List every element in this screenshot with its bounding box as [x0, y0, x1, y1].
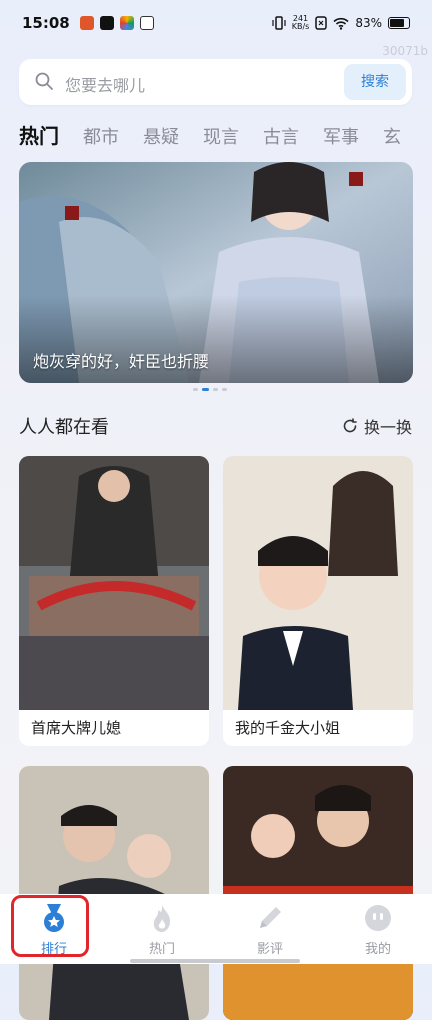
nav-mine[interactable]: 我的	[324, 894, 432, 964]
tab-modern-romance[interactable]: 现言	[203, 123, 239, 149]
refresh-label: 换一换	[363, 418, 412, 437]
refresh-button[interactable]: 换一换	[342, 414, 412, 438]
category-tabs: 热门 都市 悬疑 现言 古言 军事玄	[19, 120, 432, 150]
home-indicator	[130, 959, 300, 963]
nav-hot[interactable]: 热门	[108, 894, 216, 964]
status-bar: 15:08 241 KB/s 83%	[0, 0, 432, 50]
search-bar[interactable]: 您要去哪儿 搜索	[19, 59, 412, 105]
net-speed: 241 KB/s	[291, 14, 310, 31]
card-poster	[19, 766, 209, 1020]
status-app-icons	[80, 16, 154, 30]
flame-icon	[153, 905, 171, 932]
tab-ancient-romance[interactable]: 古言	[263, 123, 299, 149]
nav-label: 影评	[256, 942, 283, 957]
notification-app-icon	[80, 16, 94, 30]
status-right: 241 KB/s 83%	[272, 15, 410, 31]
drama-card[interactable]	[223, 766, 413, 1020]
search-icon	[35, 72, 53, 90]
section-title: 人人都在看	[19, 417, 109, 438]
drama-card[interactable]: 我的千金大小姐	[223, 456, 413, 746]
sim-icon	[315, 16, 328, 30]
banner-dot	[193, 388, 198, 391]
search-button[interactable]: 搜索	[344, 64, 406, 100]
card-title: 首席大牌儿媳	[31, 719, 122, 737]
card-poster	[223, 456, 413, 710]
watermark: 30071b	[382, 44, 428, 58]
vibrate-icon	[272, 16, 286, 30]
banner-title: 炮灰穿的好，奸臣也折腰	[33, 352, 210, 371]
card-title: 我的千金大小姐	[235, 719, 341, 737]
nav-review[interactable]: 影评	[216, 894, 324, 964]
card-poster	[223, 766, 413, 1020]
mail-icon	[140, 16, 154, 30]
banner-dot	[213, 388, 218, 391]
battery-icon	[388, 17, 410, 29]
tiktok-icon	[100, 16, 114, 30]
banner-dot	[222, 388, 227, 391]
status-time: 15:08	[22, 14, 70, 32]
nav-label: 我的	[364, 942, 391, 957]
app-icon	[120, 16, 134, 30]
tab-military[interactable]: 军事	[323, 123, 359, 149]
tab-suspense[interactable]: 悬疑	[143, 123, 179, 149]
smiley-icon	[365, 905, 391, 931]
tab-hot[interactable]: 热门	[19, 120, 59, 149]
search-input[interactable]: 您要去哪儿	[65, 72, 145, 96]
banner[interactable]: 炮灰穿的好，奸臣也折腰	[19, 162, 413, 383]
tab-urban[interactable]: 都市	[83, 123, 119, 149]
tab-fantasy[interactable]: 玄	[383, 123, 401, 149]
banner-pagination	[193, 388, 227, 391]
wifi-icon	[333, 17, 349, 30]
drama-card[interactable]: 首席大牌儿媳	[19, 456, 209, 746]
drama-card[interactable]	[19, 766, 209, 1020]
card-poster	[19, 456, 209, 710]
banner-dot-active	[202, 388, 209, 391]
pencil-icon	[260, 907, 281, 928]
battery-percent: 83%	[355, 16, 382, 30]
highlight-box	[11, 895, 89, 957]
nav-label: 热门	[148, 942, 175, 957]
refresh-icon	[343, 418, 357, 433]
